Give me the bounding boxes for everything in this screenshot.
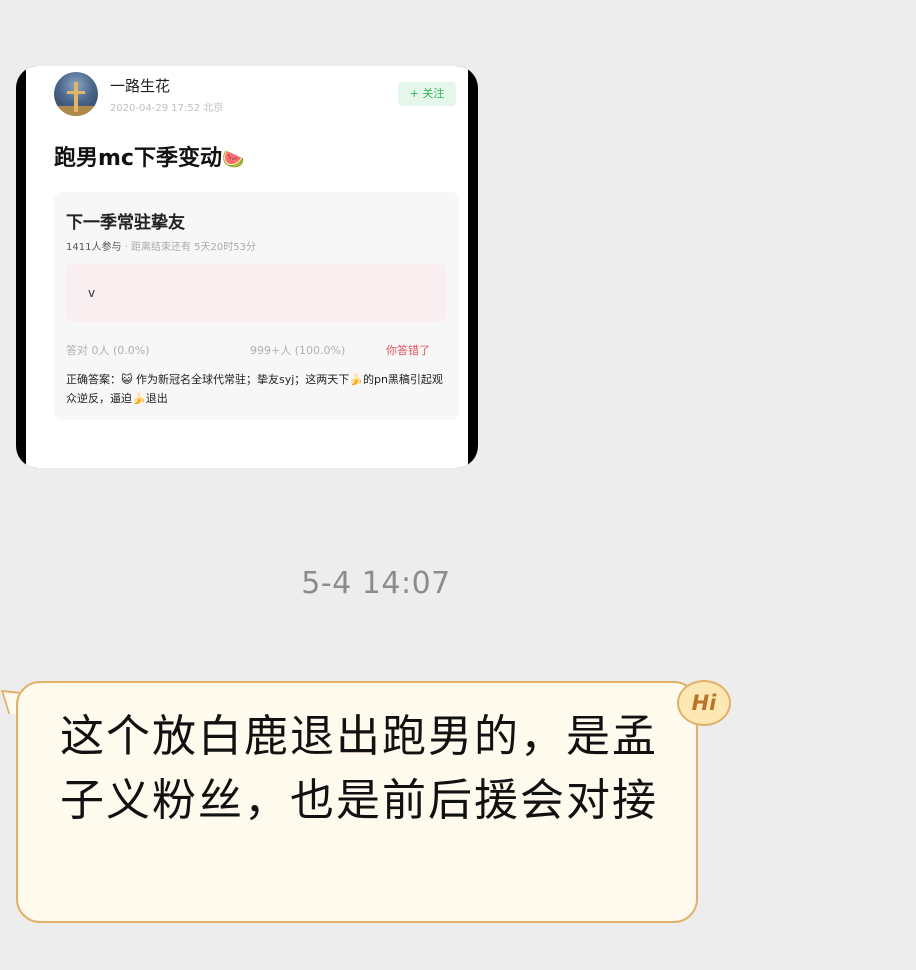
poll-title: 下一季常驻挚友 [66, 213, 185, 233]
post-time: 2020-04-29 17:52 北京 [110, 103, 224, 114]
post-title-text: 跑男mc下季变动 [54, 146, 222, 171]
poll-wrong-label: 你答错了 [386, 344, 430, 357]
screenshot-content: 一路生花 2020-04-29 17:52 北京 + 关注 跑男mc下季变动🍉 … [26, 66, 468, 468]
poll-option-label: v [88, 286, 96, 300]
hi-badge-icon: Hi [677, 680, 731, 726]
poll-meta: 1411人参与 · 距离结束还有 5天20时53分 [66, 238, 256, 253]
poll-option: v [66, 264, 446, 322]
message-timestamp: 5-4 14:07 [301, 566, 451, 601]
poll-wrong-count: 999+人 (100.0%) [250, 344, 346, 357]
message-text: 这个放白鹿退出跑男的，是孟子义粉丝，也是前后援会对接 [60, 711, 658, 826]
poll-deadline: · 距离结束还有 5天20时53分 [124, 242, 256, 253]
poll-correct-count: 答对 0人 (0.0%) [66, 344, 150, 357]
poll-answer: 正确答案：😺 作为新冠名全球代常驻；挚友syj；这两天下🍌的pn黑稿引起观众逆反… [66, 373, 443, 405]
user-name: 一路生花 [110, 77, 171, 95]
avatar [54, 72, 98, 116]
poll-card: 下一季常驻挚友 1411人参与 · 距离结束还有 5天20时53分 v 答对 0… [54, 192, 459, 420]
post-title: 跑男mc下季变动🍉 [54, 140, 244, 172]
poll-stats: 答对 0人 (0.0%) 999+人 (100.0%) 你答错了 [66, 342, 450, 358]
poll-participants: 1411人参与 [66, 242, 122, 253]
image-message[interactable]: 一路生花 2020-04-29 17:52 北京 + 关注 跑男mc下季变动🍉 … [16, 66, 478, 468]
watermelon-icon: 🍉 [221, 149, 245, 170]
follow-button: + 关注 [398, 82, 456, 106]
